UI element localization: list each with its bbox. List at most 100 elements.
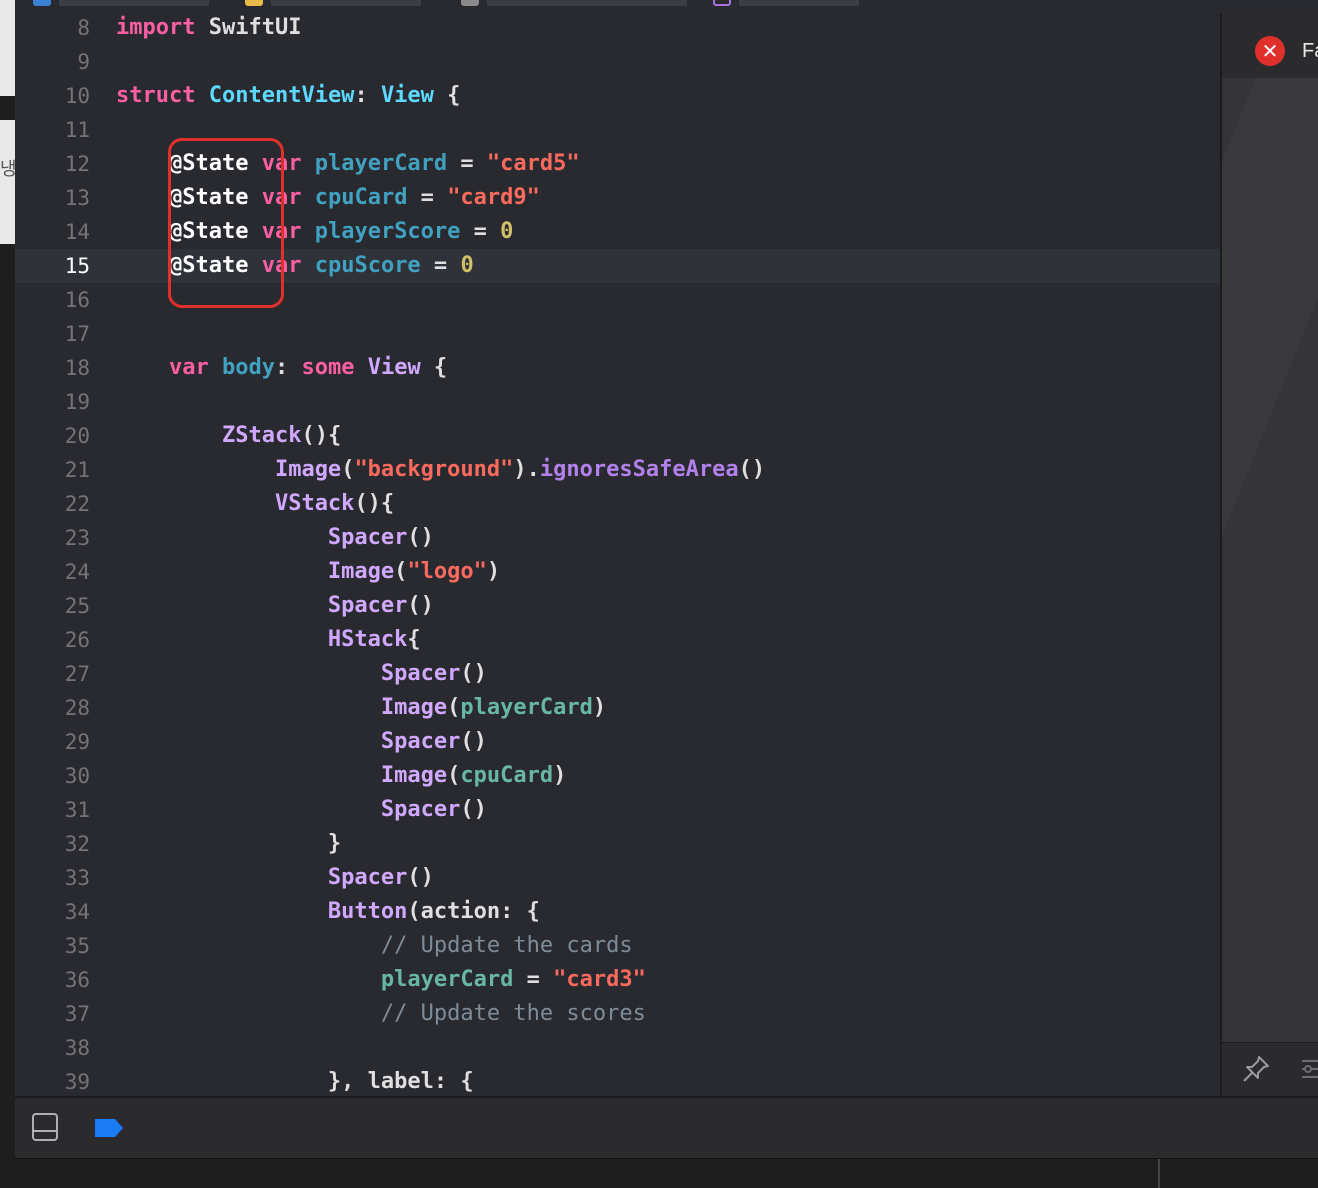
code-line[interactable]: 19 — [15, 385, 1220, 419]
line-number[interactable]: 15 — [15, 249, 90, 283]
code-text[interactable]: Image("logo") — [116, 555, 500, 589]
code-line[interactable]: 24 Image("logo") — [15, 555, 1220, 589]
line-number[interactable]: 32 — [15, 827, 90, 861]
code-text[interactable]: Spacer() — [116, 657, 487, 691]
jump-bar[interactable] — [15, 0, 1318, 14]
line-number[interactable]: 10 — [15, 79, 90, 113]
code-text[interactable]: Image("background").ignoresSafeArea() — [116, 453, 765, 487]
line-number[interactable]: 35 — [15, 929, 90, 963]
line-number[interactable]: 17 — [15, 317, 90, 351]
line-number[interactable]: 12 — [15, 147, 90, 181]
line-number[interactable]: 27 — [15, 657, 90, 691]
project-icon[interactable] — [33, 0, 51, 6]
line-number[interactable]: 13 — [15, 181, 90, 215]
code-token: ContentView — [208, 83, 355, 108]
line-number[interactable]: 30 — [15, 759, 90, 793]
adjust-settings-icon[interactable] — [1298, 1055, 1318, 1083]
code-line[interactable]: 34 Button(action: { — [15, 895, 1220, 929]
code-text[interactable]: Image(cpuCard) — [116, 759, 566, 793]
line-number[interactable]: 21 — [15, 453, 90, 487]
line-number[interactable]: 20 — [15, 419, 90, 453]
code-line[interactable]: 21 Image("background").ignoresSafeArea() — [15, 453, 1220, 487]
code-line[interactable]: 33 Spacer() — [15, 861, 1220, 895]
code-text[interactable]: import SwiftUI — [116, 14, 301, 45]
code-token: "card3" — [553, 967, 646, 992]
breakpoint-toggle-icon[interactable] — [93, 1116, 125, 1140]
code-text[interactable]: VStack(){ — [116, 487, 394, 521]
jump-bar-segment[interactable] — [59, 0, 209, 6]
line-number[interactable]: 9 — [15, 45, 90, 79]
line-number[interactable]: 16 — [15, 283, 90, 317]
code-line[interactable]: 18 var body: some View { — [15, 351, 1220, 385]
code-line[interactable]: 26 HStack{ — [15, 623, 1220, 657]
line-number[interactable]: 37 — [15, 997, 90, 1031]
group-icon[interactable] — [461, 0, 479, 6]
folder-icon[interactable] — [245, 0, 263, 6]
line-number[interactable]: 24 — [15, 555, 90, 589]
line-number[interactable]: 31 — [15, 793, 90, 827]
code-text[interactable]: Spacer() — [116, 861, 434, 895]
jump-bar-segment[interactable] — [739, 0, 859, 6]
hide-debug-area-icon[interactable] — [31, 1112, 59, 1142]
line-number[interactable]: 14 — [15, 215, 90, 249]
code-line[interactable]: 38 — [15, 1031, 1220, 1065]
code-line[interactable]: 39 }, label: { — [15, 1065, 1220, 1096]
code-text[interactable]: Spacer() — [116, 521, 434, 555]
line-number[interactable]: 18 — [15, 351, 90, 385]
code-line[interactable]: 29 Spacer() — [15, 725, 1220, 759]
line-number[interactable]: 29 — [15, 725, 90, 759]
line-number[interactable]: 34 — [15, 895, 90, 929]
line-number[interactable]: 26 — [15, 623, 90, 657]
line-number[interactable]: 28 — [15, 691, 90, 725]
code-line[interactable]: 8 import SwiftUI — [15, 14, 1220, 45]
preview-error-banner[interactable]: ✕ Fa — [1222, 14, 1318, 78]
code-text[interactable]: struct ContentView: View { — [116, 79, 460, 113]
background-window-edge: 냉 — [0, 0, 15, 1188]
code-text[interactable]: // Update the cards — [116, 929, 633, 963]
line-number[interactable]: 39 — [15, 1065, 90, 1096]
code-line[interactable]: 22 VStack(){ — [15, 487, 1220, 521]
code-line[interactable]: 23 Spacer() — [15, 521, 1220, 555]
code-line[interactable]: 20 ZStack(){ — [15, 419, 1220, 453]
code-text[interactable]: // Update the scores — [116, 997, 646, 1031]
line-number[interactable]: 38 — [15, 1031, 90, 1065]
code-text[interactable]: Spacer() — [116, 793, 487, 827]
jump-bar-segment[interactable] — [487, 0, 687, 6]
swift-file-icon[interactable] — [713, 0, 731, 6]
code-line[interactable]: 31 Spacer() — [15, 793, 1220, 827]
code-text[interactable]: }, label: { — [116, 1065, 474, 1096]
line-number[interactable]: 36 — [15, 963, 90, 997]
code-text[interactable]: Image(playerCard) — [116, 691, 606, 725]
code-text[interactable]: ZStack(){ — [116, 419, 341, 453]
line-number[interactable]: 25 — [15, 589, 90, 623]
jump-bar-segment[interactable] — [271, 0, 421, 6]
line-number[interactable]: 22 — [15, 487, 90, 521]
code-text[interactable]: Spacer() — [116, 725, 487, 759]
code-text[interactable]: playerCard = "card3" — [116, 963, 646, 997]
code-line[interactable]: 35 // Update the cards — [15, 929, 1220, 963]
line-number[interactable]: 33 — [15, 861, 90, 895]
line-number[interactable]: 23 — [15, 521, 90, 555]
code-line[interactable]: 30 Image(cpuCard) — [15, 759, 1220, 793]
code-line[interactable]: 28 Image(playerCard) — [15, 691, 1220, 725]
code-text[interactable]: HStack{ — [116, 623, 421, 657]
line-number[interactable]: 8 — [15, 14, 90, 45]
code-line[interactable]: 37 // Update the scores — [15, 997, 1220, 1031]
pin-icon[interactable] — [1240, 1053, 1272, 1085]
line-number[interactable]: 19 — [15, 385, 90, 419]
code-line[interactable]: 9 — [15, 45, 1220, 79]
code-line[interactable]: 32 } — [15, 827, 1220, 861]
code-text[interactable]: Button(action: { — [116, 895, 540, 929]
code-text[interactable]: } — [116, 827, 341, 861]
code-line[interactable]: 27 Spacer() — [15, 657, 1220, 691]
code-line[interactable]: 10 struct ContentView: View { — [15, 79, 1220, 113]
line-number[interactable]: 11 — [15, 113, 90, 147]
code-text[interactable]: Spacer() — [116, 589, 434, 623]
code-text[interactable]: var body: some View { — [116, 351, 447, 385]
code-line[interactable]: 36 playerCard = "card3" — [15, 963, 1220, 997]
code-line[interactable]: 17 — [15, 317, 1220, 351]
code-line[interactable]: 25 Spacer() — [15, 589, 1220, 623]
